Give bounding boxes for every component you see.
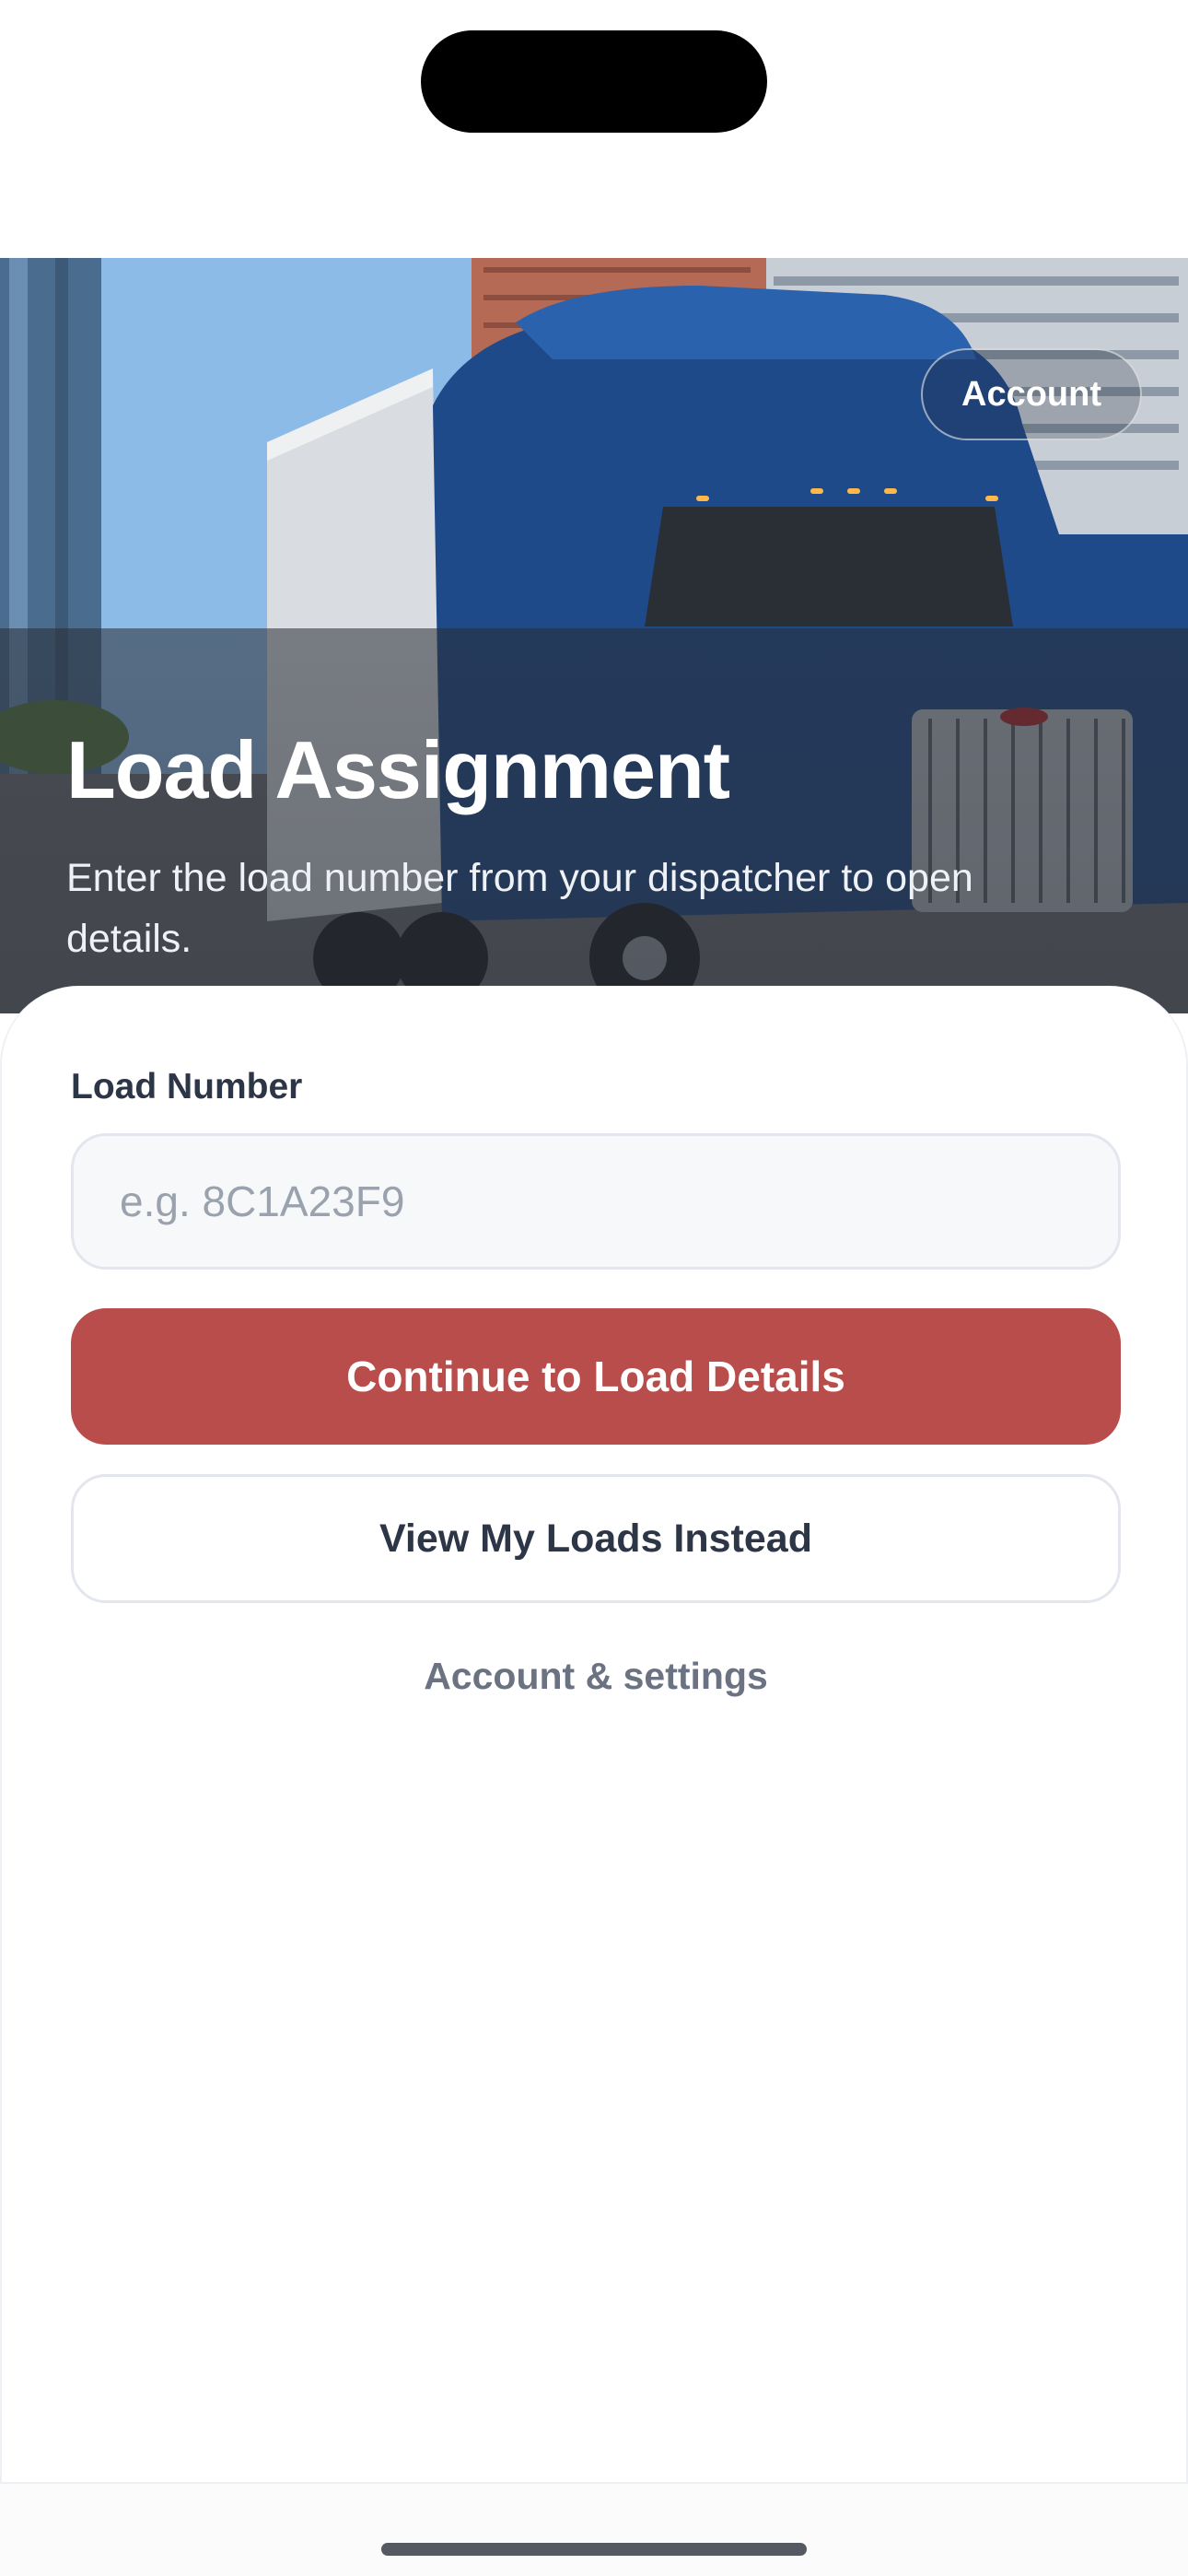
hero-header: Account Load Assignment Enter the load n… [0,258,1188,1013]
account-button[interactable]: Account [921,348,1142,440]
page-title: Load Assignment [66,724,730,815]
page-subtitle: Enter the load number from your dispatch… [66,856,973,961]
load-assignment-screen: Account Load Assignment Enter the load n… [0,0,1188,2576]
continue-button[interactable]: Continue to Load Details [71,1308,1121,1445]
home-indicator[interactable] [381,2543,807,2556]
dynamic-island [421,30,767,133]
load-number-input[interactable] [71,1133,1121,1270]
load-number-label: Load Number [71,1067,303,1107]
form-sheet: Load Number Continue to Load Details Vie… [0,986,1188,2484]
status-bar [0,0,1188,258]
view-my-loads-button[interactable]: View My Loads Instead [71,1474,1121,1603]
account-settings-link[interactable]: Account & settings [2,1655,1188,1698]
bottom-safe-area [0,2484,1188,2576]
